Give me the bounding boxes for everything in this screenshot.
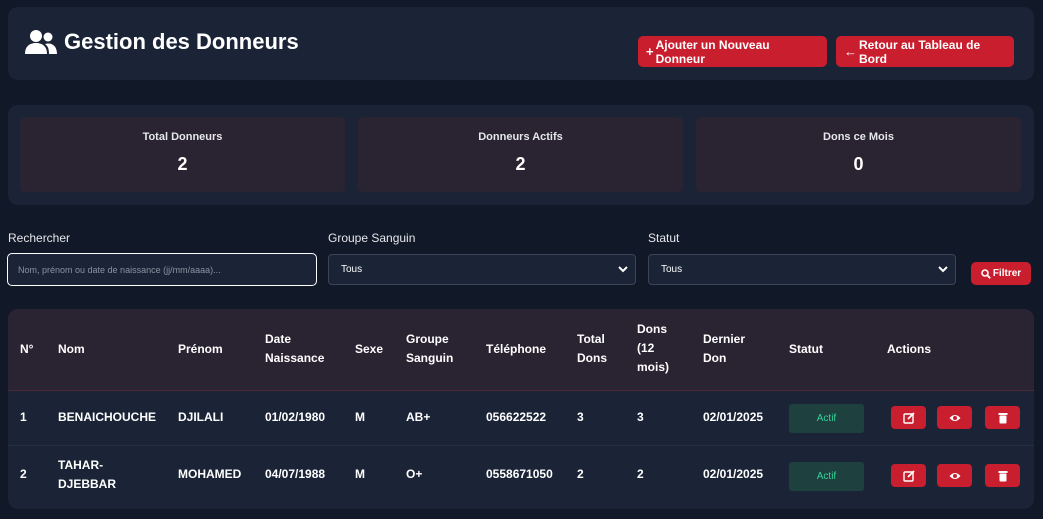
column-header: Statut	[789, 342, 823, 356]
edit-button[interactable]	[891, 464, 926, 487]
page-header: Gestion des Donneurs + Ajouter un Nouvea…	[8, 7, 1034, 80]
view-button[interactable]	[937, 464, 972, 487]
status-label: Statut	[648, 231, 680, 245]
edit-icon	[902, 411, 915, 424]
page-title: Gestion des Donneurs	[64, 29, 299, 54]
column-header: N°	[20, 342, 34, 356]
column-header: Dons (12 mois)	[637, 322, 670, 374]
stat-card-month: Dons ce Mois 0	[696, 117, 1021, 192]
chevron-down-icon	[618, 266, 628, 273]
users-icon	[25, 30, 57, 54]
cell-total-donations: 2	[577, 467, 584, 481]
status-select[interactable]: Tous	[648, 254, 956, 285]
stat-value: 2	[177, 154, 188, 174]
column-header: Sexe	[355, 342, 384, 356]
eye-icon	[949, 472, 960, 479]
search-label: Rechercher	[8, 231, 71, 245]
add-donor-label: Ajouter un Nouveau Donneur	[655, 37, 770, 66]
edit-button[interactable]	[891, 406, 926, 429]
cell-sex: M	[355, 467, 365, 481]
table-header: N° Nom Prénom Date Naissance Sexe Groupe…	[8, 309, 1034, 391]
eye-icon	[949, 414, 960, 421]
cell-birthdate: 04/07/1988	[265, 467, 326, 481]
back-to-dashboard-button[interactable]: ← Retour au Tableau de Bord	[836, 36, 1014, 67]
cell-last-donation: 02/01/2025	[703, 410, 764, 424]
cell-num: 1	[20, 410, 27, 424]
stat-label: Donneurs Actifs	[478, 131, 563, 143]
cell-prenom: MOHAMED	[178, 467, 242, 481]
trash-icon	[998, 470, 1007, 481]
cell-donations-12m: 3	[637, 410, 644, 424]
column-header: Téléphone	[486, 342, 547, 356]
stats-panel: Total Donneurs 2 Donneurs Actifs 2 Dons …	[8, 105, 1034, 205]
cell-sex: M	[355, 410, 365, 424]
stat-card-total: Total Donneurs 2	[20, 117, 345, 192]
stat-value: 2	[515, 154, 526, 174]
stat-label: Total Donneurs	[142, 131, 223, 143]
delete-button[interactable]	[985, 406, 1020, 429]
column-header: Dernier Don	[703, 332, 746, 365]
filter-button[interactable]: Filtrer	[971, 262, 1031, 285]
arrow-left-icon: ←	[844, 44, 857, 59]
edit-icon	[902, 469, 915, 482]
cell-donations-12m: 2	[637, 467, 644, 481]
column-header: Actions	[887, 342, 932, 356]
filter-label: Filtrer	[992, 268, 1022, 279]
column-header: Groupe Sanguin	[406, 332, 454, 365]
stat-label: Dons ce Mois	[823, 131, 894, 143]
column-header: Total Dons	[577, 332, 607, 365]
delete-button[interactable]	[985, 464, 1020, 487]
column-header: Prénom	[178, 342, 223, 356]
blood-group-value: Tous	[341, 264, 363, 275]
cell-nom: BENAICHOUCHE	[58, 410, 157, 424]
plus-icon: +	[646, 44, 654, 59]
cell-blood-group: AB+	[406, 410, 431, 424]
cell-nom: TAHAR-DJEBBAR	[58, 458, 117, 491]
status-badge: Actif	[789, 462, 864, 491]
status-value: Tous	[661, 264, 683, 275]
view-button[interactable]	[937, 406, 972, 429]
cell-prenom: DJILALI	[178, 410, 224, 424]
cell-birthdate: 01/02/1980	[265, 410, 326, 424]
search-icon	[981, 268, 991, 279]
status-badge: Actif	[789, 404, 864, 433]
blood-group-select[interactable]: Tous	[328, 254, 636, 285]
blood-group-label: Groupe Sanguin	[328, 231, 416, 245]
column-header: Nom	[58, 342, 85, 356]
table-row: 2 TAHAR-DJEBBAR MOHAMED 04/07/1988 M O+ …	[8, 446, 1034, 509]
donors-table: N° Nom Prénom Date Naissance Sexe Groupe…	[8, 309, 1034, 509]
title-wrap: Gestion des Donneurs	[25, 29, 299, 55]
cell-last-donation: 02/01/2025	[703, 467, 764, 481]
search-input[interactable]	[7, 253, 317, 286]
back-label: Retour au Tableau de Bord	[859, 37, 981, 66]
column-header: Date Naissance	[265, 332, 325, 365]
add-donor-button[interactable]: + Ajouter un Nouveau Donneur	[638, 36, 827, 67]
cell-blood-group: O+	[406, 467, 423, 481]
cell-phone: 056622522	[486, 410, 547, 424]
chevron-down-icon	[938, 266, 948, 273]
trash-icon	[998, 412, 1007, 423]
stat-value: 0	[853, 154, 864, 174]
table-row: 1 BENAICHOUCHE DJILALI 01/02/1980 M AB+ …	[8, 391, 1034, 446]
cell-num: 2	[20, 467, 27, 481]
stat-card-active: Donneurs Actifs 2	[358, 117, 683, 192]
cell-total-donations: 3	[577, 410, 584, 424]
cell-phone: 0558671050	[486, 467, 553, 481]
